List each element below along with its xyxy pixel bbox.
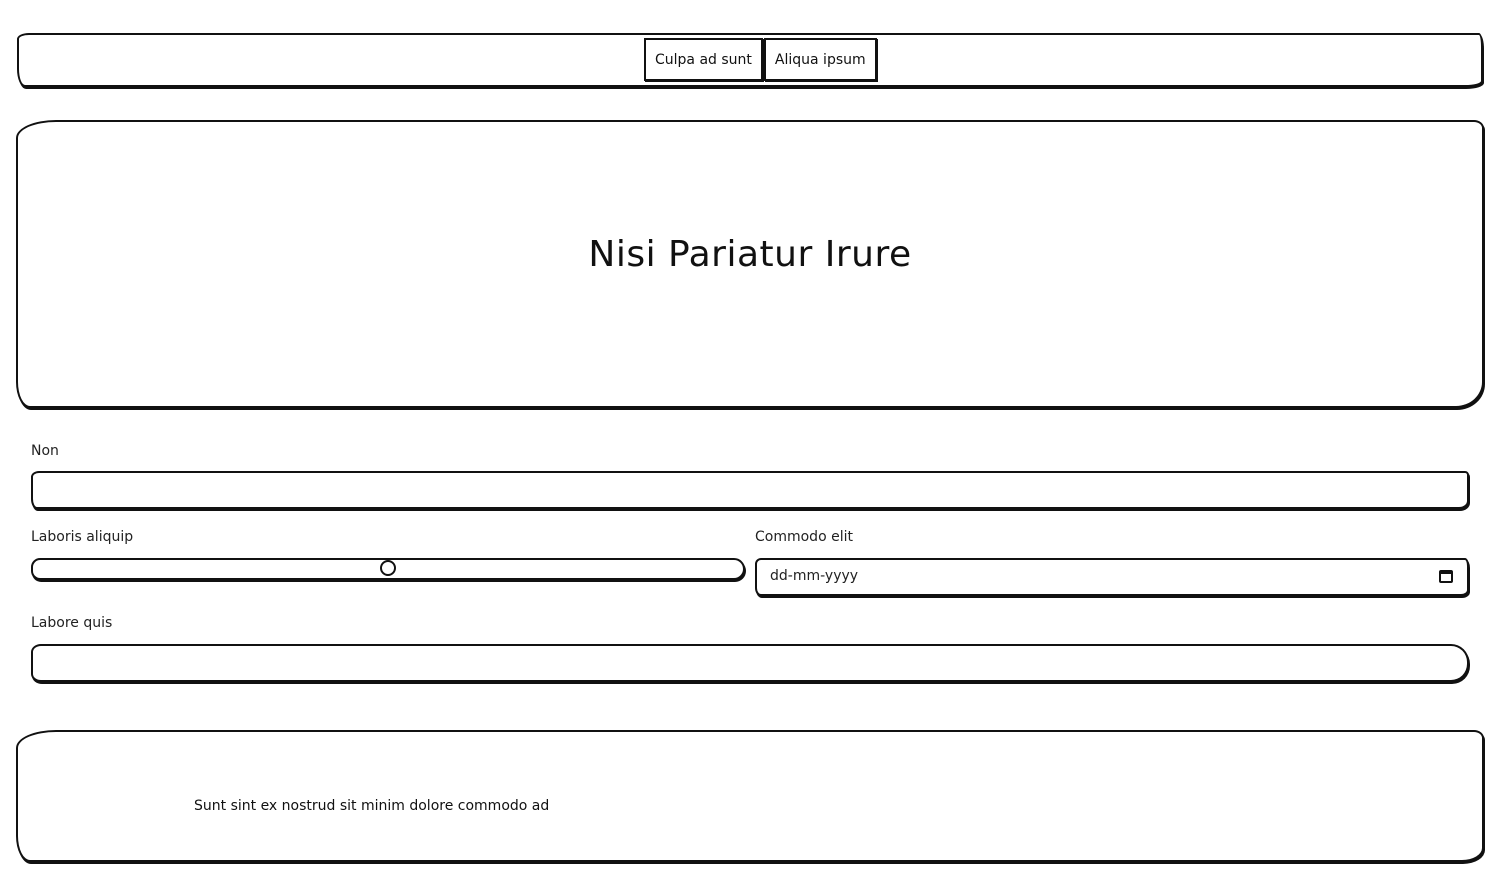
slider-thumb[interactable]	[380, 560, 396, 576]
footer-text: Sunt sint ex nostrud sit minim dolore co…	[194, 798, 550, 814]
nav-button-group: Culpa ad sunt Aliqua ipsum	[644, 38, 877, 81]
date-placeholder: dd-mm-yyyy	[770, 568, 859, 584]
page-title: Nisi Pariatur Irure	[588, 234, 912, 275]
non-input[interactable]	[31, 471, 1469, 509]
commodo-elit-label: Commodo elit	[755, 529, 853, 545]
footer-panel	[16, 730, 1484, 862]
nav-button-culpa-ad-sunt[interactable]: Culpa ad sunt	[644, 38, 763, 81]
commodo-elit-date-input[interactable]	[755, 558, 1469, 596]
labore-quis-input[interactable]	[31, 644, 1469, 682]
laboris-aliquip-label: Laboris aliquip	[31, 529, 134, 545]
nav-button-aliqua-ipsum[interactable]: Aliqua ipsum	[763, 38, 877, 81]
calendar-icon[interactable]	[1439, 570, 1453, 583]
non-label: Non	[31, 443, 59, 459]
labore-quis-label: Labore quis	[31, 615, 113, 631]
